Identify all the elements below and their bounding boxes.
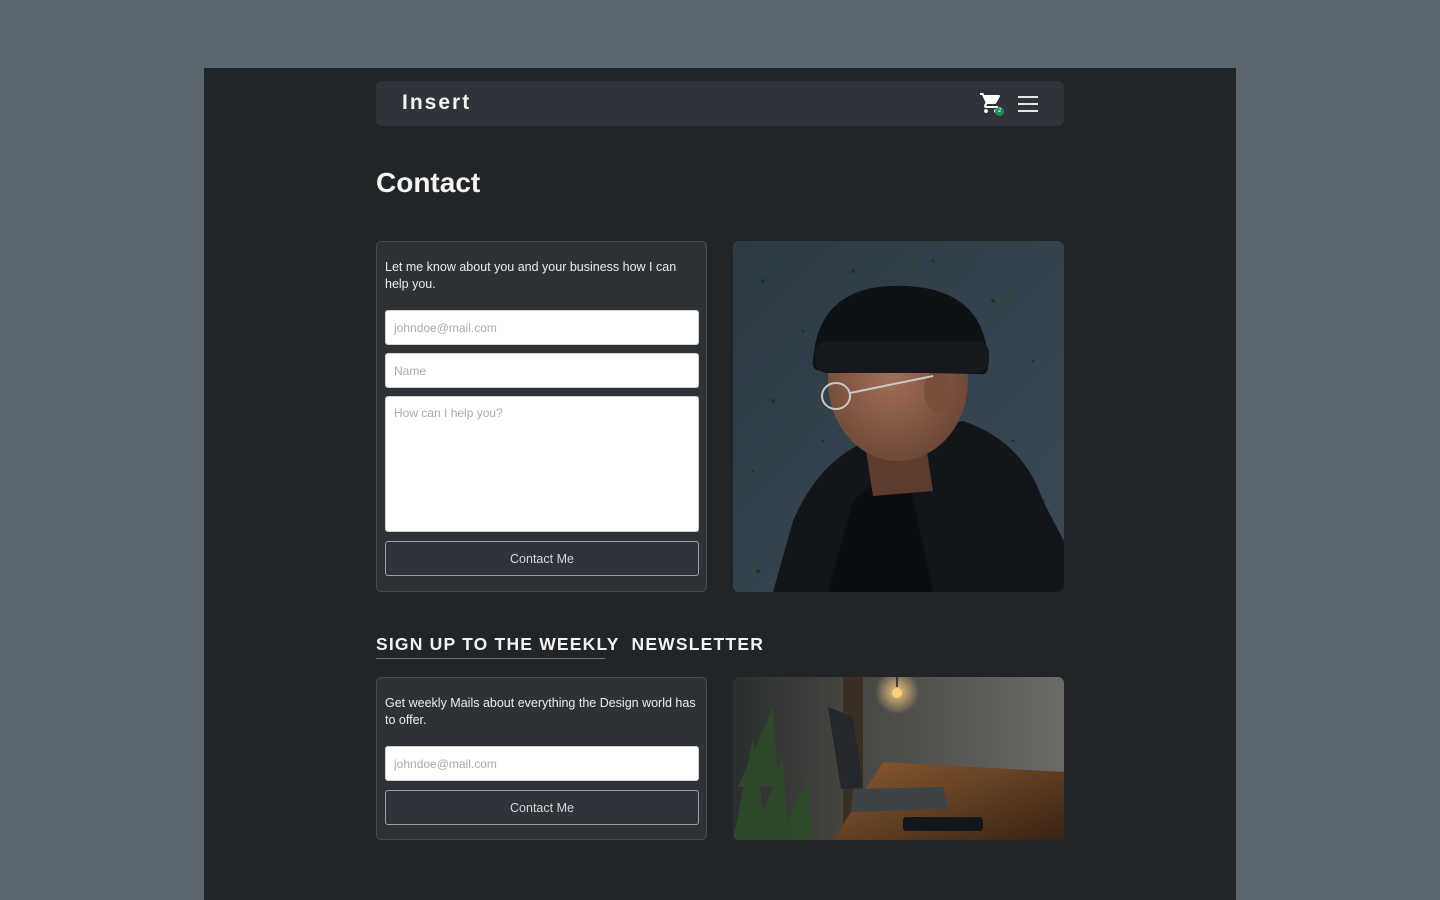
newsletter-heading: SIGN UP TO THE WEEKLY NEWSLETTER [376,634,764,659]
hamburger-menu-icon [1018,96,1040,112]
newsletter-email-field[interactable] [385,746,699,781]
hamburger-menu-button[interactable] [1018,93,1040,113]
portrait-photo [733,241,1064,592]
page-title: Contact [376,167,481,198]
newsletter-submit-button[interactable]: Contact Me [385,790,699,825]
contact-submit-button[interactable]: Contact Me [385,541,699,576]
newsletter-intro-text: Get weekly Mails about everything the De… [385,696,696,727]
heading-underline [376,658,605,659]
contact-form-card: Let me know about you and your business … [376,241,707,592]
navbar: Insert 2 [376,81,1064,126]
newsletter-card: Get weekly Mails about everything the De… [376,677,707,840]
page-container: Insert 2 Contact Let me know about you a… [204,68,1236,900]
desk-photo [733,677,1064,840]
contact-email-field[interactable] [385,310,699,345]
brand-logo[interactable]: Insert [402,91,471,115]
contact-name-field[interactable] [385,353,699,388]
cart-count-badge: 2 [995,107,1004,116]
cart-button[interactable]: 2 [979,91,1005,117]
contact-intro-text: Let me know about you and your business … [385,260,677,291]
contact-message-field[interactable] [385,396,699,532]
